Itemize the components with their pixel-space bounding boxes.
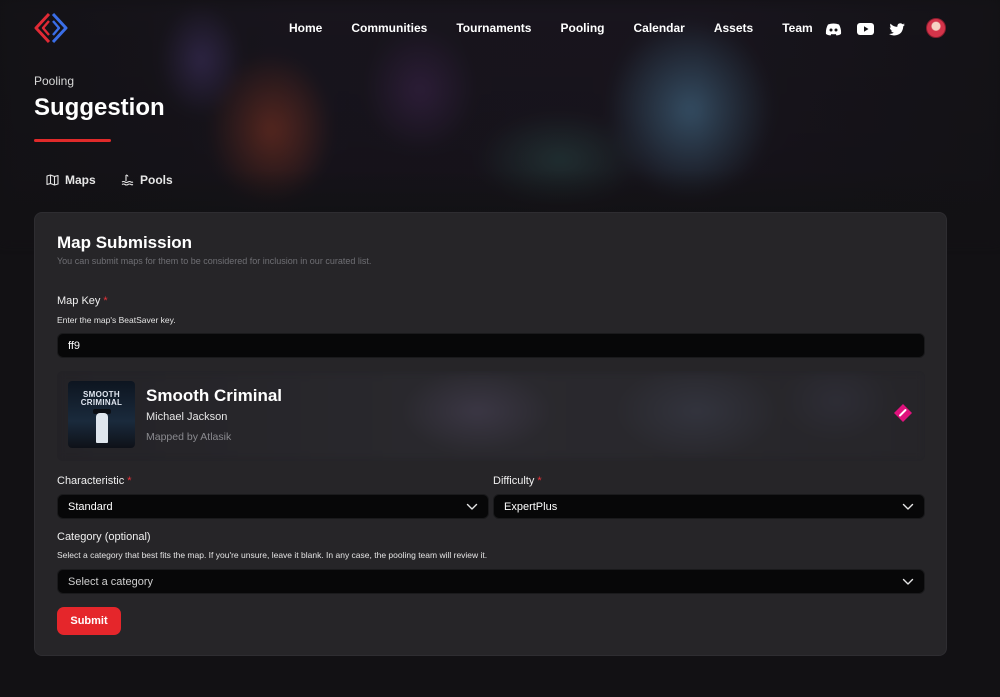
twitter-icon[interactable] (888, 20, 906, 38)
navbar: Home Communities Tournaments Pooling Cal… (0, 0, 1000, 58)
nav-tournaments[interactable]: Tournaments (456, 21, 531, 35)
pool-icon (121, 174, 134, 186)
chevron-down-icon (902, 503, 914, 510)
map-key-label: Map Key * (57, 295, 108, 307)
nav-calendar[interactable]: Calendar (633, 21, 684, 35)
difficulty-select[interactable]: ExpertPlus (493, 494, 925, 519)
category-select[interactable]: Select a category (57, 569, 925, 594)
difficulty-value: ExpertPlus (504, 500, 558, 513)
characteristic-label: Characteristic * (57, 475, 132, 487)
chevron-down-icon (902, 578, 914, 585)
logo-icon[interactable] (34, 12, 68, 44)
tab-maps-label: Maps (65, 173, 96, 187)
nav-links: Home Communities Tournaments Pooling Cal… (289, 21, 842, 35)
discord-icon[interactable] (824, 20, 842, 38)
map-submission-card: Map Submission You can submit maps for t… (34, 212, 947, 656)
category-hint: Select a category that best fits the map… (57, 550, 488, 560)
category-placeholder: Select a category (68, 575, 153, 588)
difficulty-label: Difficulty * (493, 475, 542, 487)
map-key-input[interactable]: ff9 (57, 333, 925, 358)
song-mapper: Mapped by Atlasik (146, 431, 232, 443)
nav-pooling[interactable]: Pooling (560, 21, 604, 35)
characteristic-select[interactable]: Standard (57, 494, 489, 519)
nav-team[interactable]: Team (782, 21, 812, 35)
map-preview-card: SMOOTH CRIMINAL Smooth Criminal Michael … (57, 371, 925, 461)
song-artist: Michael Jackson (146, 411, 228, 423)
required-marker: * (103, 295, 108, 307)
tab-maps[interactable]: Maps (46, 173, 96, 187)
nav-communities[interactable]: Communities (351, 21, 427, 35)
category-label: Category (optional) (57, 531, 151, 543)
song-title: Smooth Criminal (146, 386, 283, 405)
nav-assets[interactable]: Assets (714, 21, 753, 35)
tab-pools[interactable]: Pools (121, 173, 173, 187)
card-title: Map Submission (57, 233, 193, 252)
chevron-down-icon (466, 503, 478, 510)
user-avatar[interactable] (926, 18, 946, 38)
map-cover-image: SMOOTH CRIMINAL (68, 381, 135, 448)
tab-pools-label: Pools (140, 173, 173, 187)
cover-figure (96, 413, 108, 443)
characteristic-value: Standard (68, 500, 113, 513)
required-marker: * (127, 475, 132, 487)
required-marker: * (537, 475, 542, 487)
characteristic-label-text: Characteristic (57, 475, 125, 487)
map-key-label-text: Map Key (57, 295, 101, 307)
title-underline (34, 139, 111, 142)
submit-button[interactable]: Submit (57, 607, 121, 635)
breadcrumb[interactable]: Pooling (34, 74, 74, 88)
nav-home[interactable]: Home (289, 21, 322, 35)
beatsaver-icon[interactable] (893, 403, 913, 423)
difficulty-label-text: Difficulty (493, 475, 535, 487)
youtube-icon[interactable] (856, 20, 874, 38)
page-title: Suggestion (34, 94, 165, 121)
card-subtitle: You can submit maps for them to be consi… (57, 256, 372, 266)
map-icon (46, 174, 59, 186)
map-key-value: ff9 (68, 339, 81, 352)
map-key-hint: Enter the map's BeatSaver key. (57, 315, 176, 325)
map-cover-text: SMOOTH CRIMINAL (80, 390, 123, 407)
